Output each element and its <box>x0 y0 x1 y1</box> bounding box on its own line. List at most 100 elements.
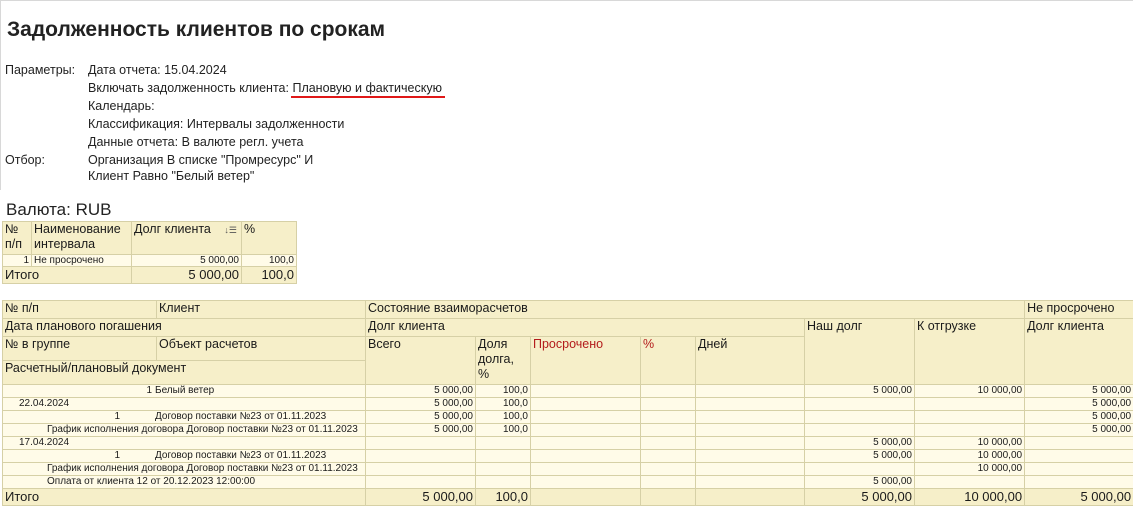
detail-cell-client-debt <box>1024 449 1133 463</box>
detail-cell-pct <box>640 436 696 450</box>
detail-cell-share: 100,0 <box>475 384 531 398</box>
detail-header-client[interactable]: Клиент <box>156 300 366 319</box>
detail-header-our-debt[interactable]: Наш долг <box>804 318 915 385</box>
detail-cell-total <box>365 462 476 476</box>
detail-row-label: 22.04.2024 <box>2 397 366 411</box>
detail-cell-overdue <box>530 384 641 398</box>
detail-header-client-debt-2[interactable]: Долг клиента <box>1024 318 1133 385</box>
detail-row[interactable]: 17.04.2024 5 000,00 10 000,00 <box>2 436 1133 450</box>
detail-header-to-ship[interactable]: К отгрузке <box>913 318 1026 385</box>
detail-row[interactable]: 1 Белый ветер 5 000,00 100,0 5 000,00 10 000,… <box>2 384 1133 398</box>
detail-cell-our-debt: 5 000,00 <box>804 449 915 463</box>
report-title: Задолженность клиентов по срокам <box>7 18 386 41</box>
detail-header-pct[interactable]: % <box>640 336 696 385</box>
detail-row-label: График исполнения договора Договор поста… <box>2 462 366 476</box>
detail-row-text[interactable]: График исполнения договора Договор поста… <box>5 425 358 436</box>
detail-row-label: 17.04.2024 <box>2 436 366 450</box>
detail-cell-share <box>475 436 531 450</box>
detail-row-text[interactable]: Договор поставки №23 от 01.11.2023 <box>155 412 326 423</box>
param-report-data: Данные отчета: В валюте регл. учета <box>88 135 304 149</box>
detail-cell-overdue <box>530 462 641 476</box>
summary-header-debt-label: Долг клиента <box>134 222 211 237</box>
detail-row-text[interactable]: Договор поставки №23 от 01.11.2023 <box>155 451 326 462</box>
sort-desc-icon[interactable]: ↓☰ <box>224 225 237 236</box>
detail-row-text[interactable]: Оплата от клиента 12 от 20.12.2023 12:00… <box>5 477 255 488</box>
param-report-date: Дата отчета: 15.04.2024 <box>88 63 227 77</box>
detail-cell-our-debt <box>804 423 915 437</box>
detail-row-label: График исполнения договора Договор поста… <box>2 423 366 437</box>
detail-cell-client-debt <box>1024 436 1133 450</box>
summary-header-pct[interactable]: % <box>241 221 297 255</box>
detail-cell-share <box>475 449 531 463</box>
detail-header-group-num[interactable]: № в группе <box>2 336 157 361</box>
detail-cell-client-debt: 5 000,00 <box>1024 423 1133 437</box>
detail-row[interactable]: 22.04.2024 5 000,00 100,0 5 000,00 <box>2 397 1133 411</box>
detail-header-due-date[interactable]: Дата планового погашения <box>2 318 366 337</box>
detail-cell-total: 5 000,00 <box>365 397 476 411</box>
detail-row-text[interactable]: Белый ветер <box>155 386 214 397</box>
detail-cell-overdue <box>530 436 641 450</box>
detail-header-doc[interactable]: Расчетный/плановый документ <box>2 360 366 385</box>
detail-total-share: 100,0 <box>475 488 531 506</box>
detail-row-text[interactable]: 17.04.2024 <box>5 438 69 449</box>
detail-cell-to-ship <box>913 423 1026 437</box>
detail-header-object[interactable]: Объект расчетов <box>156 336 366 361</box>
detail-row[interactable]: 1 Договор поставки №23 от 01.11.2023 5 000… <box>2 410 1133 424</box>
detail-header-total[interactable]: Всего <box>365 336 476 385</box>
summary-header-num[interactable]: № п/п <box>2 221 32 255</box>
summary-header-debt[interactable]: Долг клиента ↓☰ <box>131 221 242 255</box>
detail-total-overdue <box>530 488 641 506</box>
detail-header-num[interactable]: № п/п <box>2 300 157 319</box>
detail-header-share[interactable]: Доля долга, % <box>475 336 531 385</box>
summary-total-debt: 5 000,00 <box>131 266 242 284</box>
report-top-border <box>0 0 1133 1</box>
detail-row[interactable]: График исполнения договора Договор поста… <box>2 423 1133 437</box>
summary-row[interactable]: 1 Не просрочено 5 000,00 100,0 <box>2 254 297 267</box>
detail-cell-share: 100,0 <box>475 423 531 437</box>
detail-header-not-overdue[interactable]: Не просрочено <box>1024 300 1133 319</box>
detail-total-row: Итого 5 000,00 100,0 5 000,00 10 000,00 … <box>2 488 1133 506</box>
detail-header-state[interactable]: Состояние взаиморасчетов <box>364 300 1026 319</box>
detail-cell-days <box>695 410 805 424</box>
detail-cell-our-debt: 5 000,00 <box>804 436 915 450</box>
detail-cell-pct <box>640 384 696 398</box>
detail-cell-overdue <box>530 423 641 437</box>
param-classification: Классификация: Интервалы задолженности <box>88 117 345 131</box>
detail-cell-days <box>695 436 805 450</box>
detail-body: 1 Белый ветер 5 000,00 100,0 5 000,00 10 000,… <box>2 384 1133 489</box>
detail-header-client-debt[interactable]: Долг клиента <box>365 318 805 337</box>
detail-cell-to-ship <box>913 397 1026 411</box>
param-include-debt-value[interactable]: Плановую и фактическую <box>292 81 442 95</box>
detail-cell-days <box>695 475 805 489</box>
detail-cell-days <box>695 449 805 463</box>
detail-cell-our-debt <box>804 397 915 411</box>
detail-cell-to-ship: 10 000,00 <box>913 384 1026 398</box>
detail-row[interactable]: График исполнения договора Договор поста… <box>2 462 1133 476</box>
detail-cell-pct <box>640 449 696 463</box>
detail-cell-overdue <box>530 475 641 489</box>
detail-total-label: Итого <box>2 488 366 506</box>
filter-line-organization: Организация В списке "Промресурс" И <box>88 153 314 167</box>
summary-header-interval[interactable]: Наименование интервала <box>31 221 132 255</box>
filter-line-client: Клиент Равно "Белый ветер" <box>88 169 255 183</box>
detail-row-text[interactable]: 22.04.2024 <box>5 399 69 410</box>
detail-cell-pct <box>640 423 696 437</box>
detail-cell-our-debt: 5 000,00 <box>804 475 915 489</box>
summary-total-label: Итого <box>2 266 132 284</box>
param-include-debt: Включать задолженность клиента: Плановую… <box>88 81 442 95</box>
param-calendar: Календарь: <box>88 99 155 113</box>
detail-total-to-ship: 10 000,00 <box>913 488 1026 506</box>
detail-cell-client-debt: 5 000,00 <box>1024 397 1133 411</box>
detail-header-overdue[interactable]: Просрочено <box>530 336 641 385</box>
detail-row[interactable]: 1 Договор поставки №23 от 01.11.2023 5 000… <box>2 449 1133 463</box>
detail-row[interactable]: Оплата от клиента 12 от 20.12.2023 12:00… <box>2 475 1133 489</box>
detail-row-label: 1 Договор поставки №23 от 01.11.2023 <box>2 410 366 424</box>
detail-row-text[interactable]: График исполнения договора Договор поста… <box>5 464 358 475</box>
detail-cell-our-debt <box>804 462 915 476</box>
detail-cell-client-debt <box>1024 462 1133 476</box>
currency-heading: Валюта: RUB <box>6 200 112 219</box>
detail-header-days[interactable]: Дней <box>695 336 805 385</box>
summary-cell-interval: Не просрочено <box>31 254 132 267</box>
detail-cell-our-debt: 5 000,00 <box>804 384 915 398</box>
detail-table: № п/п Клиент Состояние взаиморасчетов Не… <box>2 300 1133 506</box>
